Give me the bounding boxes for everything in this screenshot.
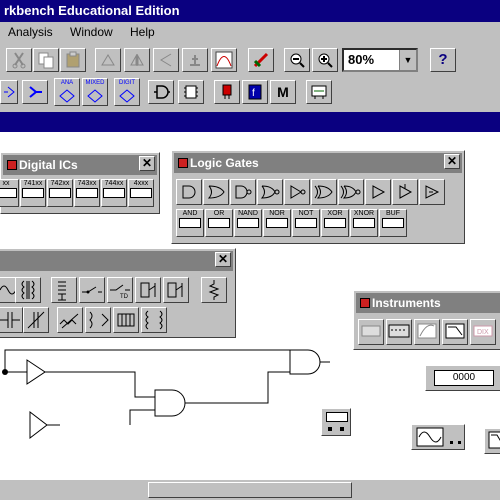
- resistor-pack-icon[interactable]: [113, 307, 139, 333]
- xor-gate-icon[interactable]: [311, 179, 337, 205]
- indicators-bin-icon[interactable]: [214, 80, 240, 104]
- multimeter-instrument[interactable]: [321, 408, 351, 436]
- svg-text:TD: TD: [120, 294, 129, 300]
- time-delay-switch-icon[interactable]: TD: [107, 277, 133, 303]
- zoom-out-icon[interactable]: [284, 48, 310, 72]
- rotate-icon[interactable]: [95, 48, 121, 72]
- component-properties-icon[interactable]: [182, 48, 208, 72]
- zoom-in-icon[interactable]: [312, 48, 338, 72]
- counter-instrument[interactable]: 0000: [425, 365, 500, 391]
- chip-xx[interactable]: xx: [0, 179, 19, 207]
- basic-components-title[interactable]: [0, 251, 233, 271]
- flip-horizontal-icon[interactable]: [153, 48, 179, 72]
- instruments-title[interactable]: Instruments: [356, 293, 500, 313]
- models-bin-button[interactable]: M: [270, 80, 296, 104]
- chevron-down-icon[interactable]: ▼: [399, 50, 416, 70]
- voltage-controlled-switch-icon[interactable]: [135, 277, 161, 303]
- svg-text:f: f: [252, 88, 255, 99]
- menu-bar: Analysis Window Help: [0, 22, 500, 42]
- mixed-mode-button[interactable]: MIXED: [82, 78, 108, 106]
- xor-ic-button[interactable]: XOR: [321, 209, 349, 237]
- menu-window[interactable]: Window: [70, 22, 113, 42]
- digital-ics-panel[interactable]: Digital ICs ✕ xx 741xx 742xx 743xx 744xx…: [0, 152, 160, 214]
- oscilloscope-icon[interactable]: [414, 319, 440, 345]
- multimeter-icon[interactable]: [358, 319, 384, 345]
- buf-ic-button[interactable]: BUF: [379, 209, 407, 237]
- bode-plotter-instrument[interactable]: [484, 428, 500, 454]
- switch-icon[interactable]: [79, 277, 105, 303]
- nonlinear-transformer-icon[interactable]: [85, 307, 111, 333]
- chip-741xx[interactable]: 741xx: [20, 179, 46, 207]
- toolbar: 80% ▼ ? ANA MIXED DIGIT f M: [0, 42, 500, 113]
- chip-742xx[interactable]: 742xx: [47, 179, 73, 207]
- current-controlled-switch-icon[interactable]: [163, 277, 189, 303]
- counter-display: 0000: [434, 370, 494, 386]
- panel-icon: [7, 160, 17, 170]
- flip-vertical-icon[interactable]: [124, 48, 150, 72]
- nor-gate-icon[interactable]: [257, 179, 283, 205]
- parts-bin-sources-icon[interactable]: [22, 80, 48, 104]
- nand-ic-button[interactable]: NAND: [234, 209, 262, 237]
- digital-ics-title[interactable]: Digital ICs: [3, 155, 157, 175]
- and-ic-button[interactable]: AND: [176, 209, 204, 237]
- pull-up-resistor-icon[interactable]: [201, 277, 227, 303]
- zoom-select[interactable]: 80% ▼: [342, 48, 418, 72]
- horizontal-scrollbar[interactable]: [0, 480, 500, 500]
- instruments-bin-icon[interactable]: [306, 80, 332, 104]
- or-gate-icon[interactable]: [203, 179, 229, 205]
- copy-icon[interactable]: [33, 48, 59, 72]
- chip-4xxx[interactable]: 4xxx: [128, 179, 154, 207]
- digit-mode-button[interactable]: DIGIT: [114, 78, 140, 106]
- panel-icon: [178, 158, 188, 168]
- xnor-ic-button[interactable]: XNOR: [350, 209, 378, 237]
- not-ic-button[interactable]: NOT: [292, 209, 320, 237]
- parts-bin-favorites-icon[interactable]: [0, 80, 18, 104]
- circuit-workspace[interactable]: Digital ICs ✕ xx 741xx 742xx 743xx 744xx…: [0, 132, 500, 480]
- capacitor-icon[interactable]: [0, 307, 23, 333]
- chip-744xx[interactable]: 744xx: [101, 179, 127, 207]
- window-title: rkbench Educational Edition: [0, 0, 500, 22]
- transformer-icon[interactable]: [15, 277, 41, 303]
- logic-gates-panel[interactable]: Logic Gates ✕ AND OR NAND NOR NOT XOR XN…: [171, 150, 465, 244]
- function-generator-icon[interactable]: [386, 319, 412, 345]
- chip-743xx[interactable]: 743xx: [74, 179, 100, 207]
- bode-plotter-icon[interactable]: [442, 319, 468, 345]
- or-ic-button[interactable]: OR: [205, 209, 233, 237]
- nand-gate-icon[interactable]: [230, 179, 256, 205]
- paste-icon[interactable]: [60, 48, 86, 72]
- menu-analysis[interactable]: Analysis: [8, 22, 53, 42]
- close-icon[interactable]: ✕: [215, 252, 231, 267]
- analysis-graph-icon[interactable]: [211, 48, 237, 72]
- digital-ics-bin-icon[interactable]: [178, 80, 204, 104]
- tristate-buffer-icon[interactable]: [392, 179, 418, 205]
- nor-ic-button[interactable]: NOR: [263, 209, 291, 237]
- probe-icon[interactable]: [248, 48, 274, 72]
- svg-text:DIX: DIX: [477, 329, 489, 336]
- logic-gates-bin-icon[interactable]: [148, 80, 174, 104]
- controls-bin-icon[interactable]: f: [242, 80, 268, 104]
- menu-help[interactable]: Help: [130, 22, 155, 42]
- and-gate-icon[interactable]: [176, 179, 202, 205]
- close-icon[interactable]: ✕: [444, 154, 460, 169]
- scrollbar-thumb[interactable]: [148, 482, 352, 498]
- schmitt-trigger-icon[interactable]: [419, 179, 445, 205]
- logic-gates-title[interactable]: Logic Gates: [174, 153, 462, 173]
- not-gate-icon[interactable]: [284, 179, 310, 205]
- document-title-bar: [0, 112, 500, 132]
- close-icon[interactable]: ✕: [139, 156, 155, 171]
- ideal-transformer-icon[interactable]: [141, 307, 167, 333]
- basic-components-panel[interactable]: ✕ TD: [0, 248, 236, 338]
- variable-capacitor-icon[interactable]: [23, 307, 49, 333]
- buffer-gate-icon[interactable]: [365, 179, 391, 205]
- potentiometer-icon[interactable]: [57, 307, 83, 333]
- cut-icon[interactable]: [6, 48, 32, 72]
- ana-mode-button[interactable]: ANA: [54, 78, 80, 106]
- panel-icon: [360, 298, 370, 308]
- oscilloscope-instrument[interactable]: [411, 424, 465, 450]
- relay-icon[interactable]: [51, 277, 77, 303]
- instruments-panel[interactable]: Instruments DIX: [353, 290, 500, 350]
- help-button[interactable]: ?: [430, 48, 456, 72]
- word-generator-icon[interactable]: DIX: [470, 319, 496, 345]
- xnor-gate-icon[interactable]: [338, 179, 364, 205]
